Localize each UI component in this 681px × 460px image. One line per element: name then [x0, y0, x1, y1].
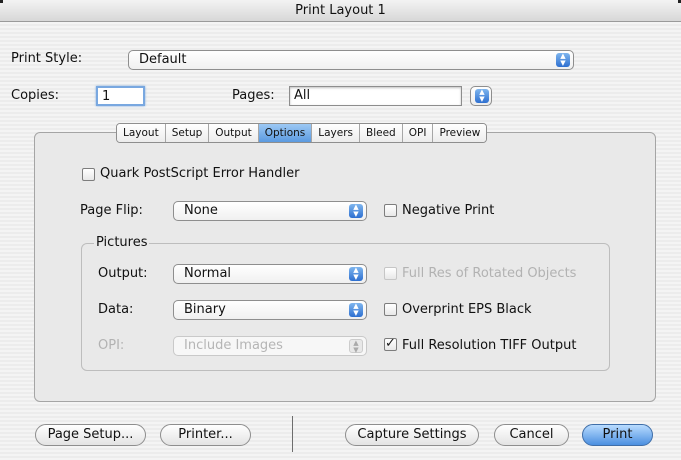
negative-print-checkbox[interactable]	[384, 204, 397, 217]
pages-popup-button[interactable]: ▲ ▼	[470, 86, 492, 106]
tab-bleed[interactable]: Bleed	[360, 124, 403, 142]
print-style-value: Default	[139, 52, 187, 67]
printer-button[interactable]: Printer...	[160, 424, 251, 446]
pictures-output-label: Output:	[98, 266, 148, 281]
capture-settings-button[interactable]: Capture Settings	[345, 424, 479, 446]
tab-preview[interactable]: Preview	[433, 124, 487, 142]
pictures-data-value: Binary	[184, 302, 226, 317]
full-res-rotated-label: Full Res of Rotated Objects	[402, 266, 577, 281]
full-res-tiff-checkbox[interactable]: ✓	[384, 336, 397, 351]
full-res-tiff-label: Full Resolution TIFF Output	[402, 338, 577, 353]
tab-output[interactable]: Output	[209, 124, 259, 142]
copies-label: Copies:	[11, 88, 60, 103]
popup-arrows-icon: ▲ ▼	[349, 204, 363, 218]
overprint-eps-black-label: Overprint EPS Black	[402, 302, 532, 317]
pictures-data-popup[interactable]: Binary ▲ ▼	[173, 300, 367, 320]
popup-arrows-icon: ▲ ▼	[349, 267, 363, 281]
button-divider	[292, 416, 293, 452]
full-res-rotated-checkbox[interactable]	[384, 267, 397, 280]
tab-opi[interactable]: OPI	[402, 124, 434, 142]
page-flip-value: None	[184, 203, 218, 218]
pictures-opi-popup[interactable]: Include Images ▲ ▼	[173, 336, 367, 356]
pictures-output-value: Normal	[184, 266, 232, 281]
pictures-group-label: Pictures	[94, 235, 150, 250]
tab-layout[interactable]: Layout	[117, 124, 166, 142]
window-corner-left	[0, 0, 3, 3]
tab-setup[interactable]: Setup	[165, 124, 210, 142]
tab-layers[interactable]: Layers	[312, 124, 361, 142]
quark-ps-error-handler-checkbox[interactable]	[82, 168, 95, 181]
window-title: Print Layout 1	[295, 3, 386, 18]
tab-options[interactable]: Options	[258, 124, 313, 142]
window-title-bar: Print Layout 1	[0, 0, 681, 22]
popup-arrows-icon: ▲ ▼	[349, 339, 363, 354]
print-style-popup[interactable]: Default ▲ ▼	[128, 50, 574, 70]
page-setup-button[interactable]: Page Setup...	[35, 424, 146, 446]
quark-ps-error-handler-label: Quark PostScript Error Handler	[100, 166, 300, 181]
pictures-opi-value: Include Images	[184, 338, 283, 353]
negative-print-label: Negative Print	[402, 203, 495, 218]
page-flip-label: Page Flip:	[80, 203, 143, 218]
pictures-data-label: Data:	[98, 302, 134, 317]
pages-field[interactable]: All	[289, 86, 462, 106]
print-style-label: Print Style:	[11, 51, 83, 66]
cancel-button[interactable]: Cancel	[494, 424, 569, 446]
tab-bar: Layout Setup Output Options Layers Bleed…	[116, 123, 488, 143]
popup-arrows-icon: ▲ ▼	[349, 303, 363, 317]
popup-arrows-icon: ▲ ▼	[475, 89, 489, 103]
copies-field[interactable]: 1	[96, 86, 145, 106]
overprint-eps-black-checkbox[interactable]	[384, 303, 397, 316]
popup-arrows-icon: ▲ ▼	[556, 53, 570, 67]
pictures-output-popup[interactable]: Normal ▲ ▼	[173, 264, 367, 284]
pages-label: Pages:	[232, 88, 275, 103]
page-flip-popup[interactable]: None ▲ ▼	[173, 201, 367, 221]
print-button[interactable]: Print	[582, 424, 653, 446]
checkmark-icon: ✓	[385, 336, 396, 351]
pictures-opi-label: OPI:	[98, 338, 125, 353]
